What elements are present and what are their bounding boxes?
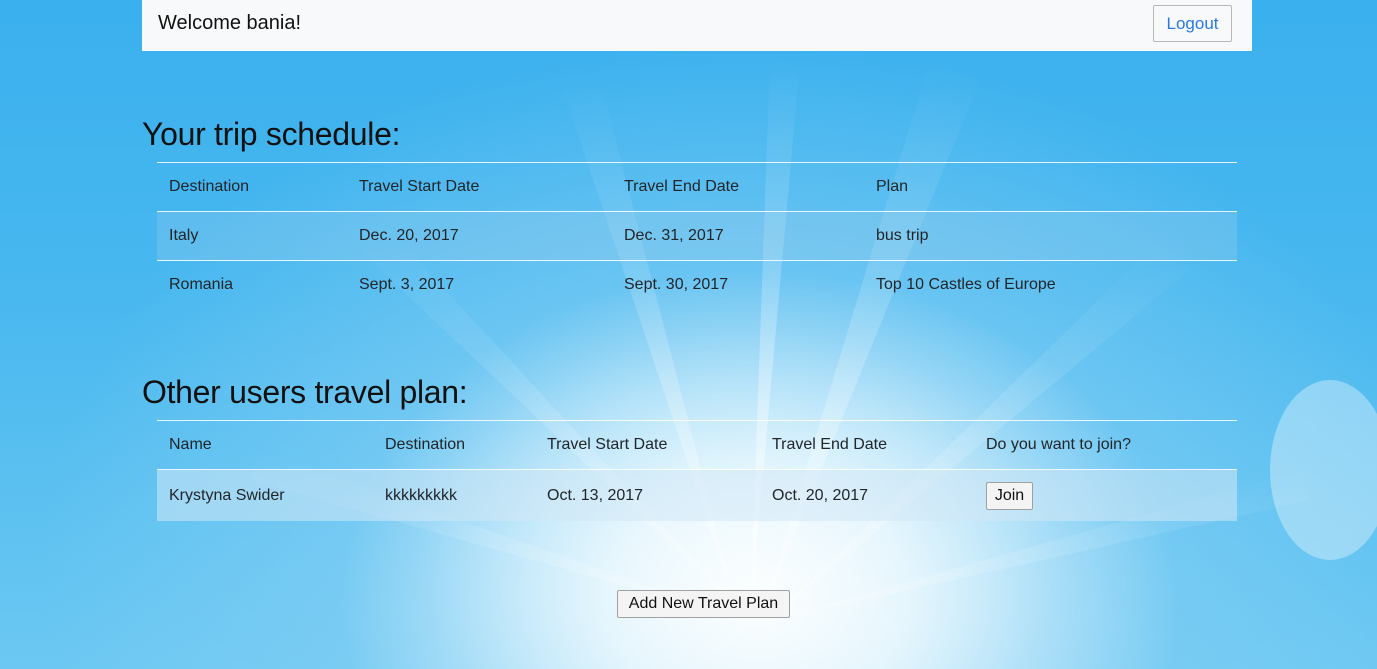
other-plans-table: Name Destination Travel Start Date Trave… (157, 420, 1237, 521)
plan-cell: bus trip (864, 211, 1237, 261)
start-date-cell: Sept. 3, 2017 (347, 260, 612, 309)
plan-cell: Top 10 Castles of Europe (864, 260, 1237, 309)
other-plans-title: Other users travel plan: (142, 374, 468, 410)
trip-schedule-table: Destination Travel Start Date Travel End… (157, 162, 1237, 309)
welcome-message: Welcome bania! (158, 12, 302, 34)
join-button[interactable]: Join (986, 481, 1033, 510)
column-header: Do you want to join? (974, 420, 1237, 470)
destination-cell: kkkkkkkkk (373, 469, 535, 521)
name-cell: Krystyna Swider (157, 469, 373, 521)
column-header: Travel End Date (760, 420, 974, 470)
table-header-row: Destination Travel Start Date Travel End… (157, 162, 1237, 212)
end-date-cell: Sept. 30, 2017 (612, 260, 864, 309)
column-header: Destination (373, 420, 535, 470)
column-header: Name (157, 420, 373, 470)
table-row: Krystyna Swider kkkkkkkkk Oct. 13, 2017 … (157, 469, 1237, 521)
column-header: Destination (157, 162, 347, 212)
start-date-cell: Dec. 20, 2017 (347, 211, 612, 261)
table-header-row: Name Destination Travel Start Date Trave… (157, 420, 1237, 470)
destination-cell: Italy (157, 211, 347, 261)
logout-button[interactable]: Logout (1153, 5, 1232, 42)
column-header: Travel End Date (612, 162, 864, 212)
end-date-cell: Dec. 31, 2017 (612, 211, 864, 261)
sun-rays-background (250, 60, 1377, 620)
end-date-cell: Oct. 20, 2017 (760, 469, 974, 521)
start-date-cell: Oct. 13, 2017 (535, 469, 760, 521)
table-row: Romania Sept. 3, 2017 Sept. 30, 2017 Top… (157, 260, 1237, 309)
destination-cell: Romania (157, 260, 347, 309)
trip-schedule-title: Your trip schedule: (142, 116, 401, 152)
table-row: Italy Dec. 20, 2017 Dec. 31, 2017 bus tr… (157, 211, 1237, 261)
column-header: Travel Start Date (535, 420, 760, 470)
join-cell: Join (974, 469, 1237, 521)
add-new-travel-plan-button[interactable]: Add New Travel Plan (617, 590, 790, 618)
column-header: Travel Start Date (347, 162, 612, 212)
top-navbar: Welcome bania! Logout (142, 0, 1252, 51)
column-header: Plan (864, 162, 1237, 212)
